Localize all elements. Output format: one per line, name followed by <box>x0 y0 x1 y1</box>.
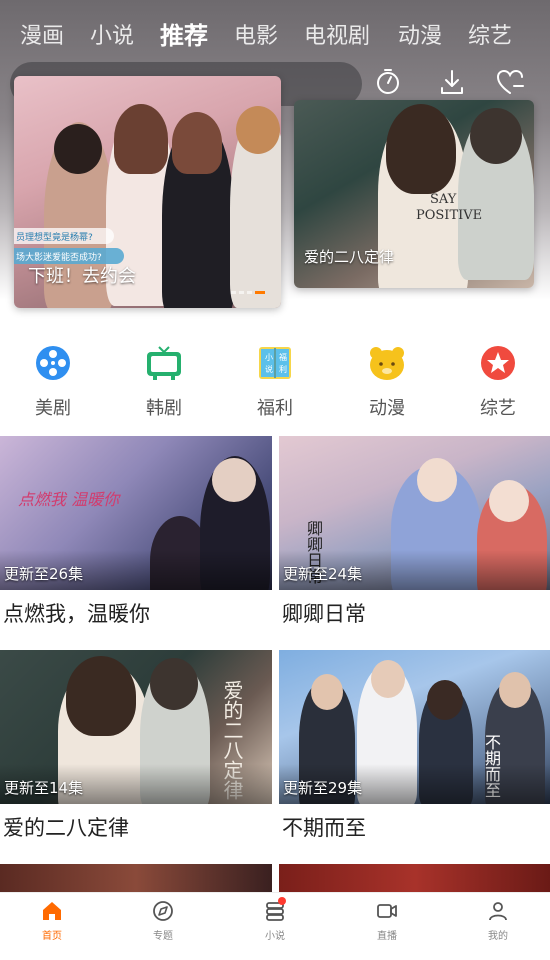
category-tabs: 漫画 小说 推荐 电影 电视剧 动漫 综艺 <box>0 8 550 52</box>
shirt-text-2: POSITIVE <box>416 208 483 223</box>
tab-comics[interactable]: 漫画 <box>20 18 64 50</box>
category-label: 福利 <box>257 398 293 419</box>
banner-caption-1: 员理想型竟是杨幂? <box>16 233 93 243</box>
video-card[interactable]: 不期而至 更新至29集 不期而至 <box>279 650 550 842</box>
tab-anime[interactable]: 动漫 <box>398 18 442 50</box>
film-reel-icon <box>36 346 70 380</box>
video-card[interactable]: 卿卿日常 更新至24集 卿卿日常 <box>279 436 550 628</box>
banner-love-28-law[interactable]: SAY POSITIVE 爱的二八定律 <box>294 100 534 288</box>
carousel-dots <box>231 291 265 294</box>
tab-tv-series[interactable]: 电视剧 <box>304 18 370 50</box>
welfare-icon-char-3: 福 <box>279 353 287 362</box>
update-badge: 更新至26集 <box>4 565 84 583</box>
video-thumbnail: 点燃我 温暖你 更新至26集 <box>0 436 272 590</box>
video-title: 卿卿日常 <box>282 602 366 626</box>
video-title: 爱的二八定律 <box>3 816 129 840</box>
welfare-icon-char-4: 利 <box>279 364 287 374</box>
star-badge-icon <box>481 346 515 380</box>
category-korean-drama[interactable]: 韩剧 <box>119 342 209 420</box>
tab-variety[interactable]: 综艺 <box>468 18 512 50</box>
banner-title: 下班！去约会 <box>28 266 136 287</box>
banner-date-show[interactable]: 员理想型竟是杨幂? 场大影迷爱能否成功? 下班！去约会 <box>14 76 281 308</box>
category-label: 美剧 <box>35 398 71 419</box>
shirt-text-1: SAY <box>430 192 457 207</box>
category-welfare[interactable]: 小 说 福 利 福利 <box>230 342 320 420</box>
video-thumbnail-partial[interactable] <box>279 864 550 894</box>
video-thumbnail: 不期而至 更新至29集 <box>279 650 550 804</box>
video-thumbnail: 爱的二八定律 更新至14集 <box>0 650 272 804</box>
video-title: 点燃我，温暖你 <box>3 602 150 626</box>
nav-label: 我的 <box>488 931 508 942</box>
welfare-book-icon: 小 说 福 利 <box>259 347 291 379</box>
update-badge: 更新至29集 <box>283 779 363 797</box>
timer-icon[interactable] <box>372 66 404 98</box>
bottom-navigation: 首页 专题 小说 直播 我的 <box>0 892 550 960</box>
video-thumbnail: 卿卿日常 更新至24集 <box>279 436 550 590</box>
nav-profile[interactable]: 我的 <box>468 899 528 942</box>
poster-title-art: 点燃我 温暖你 <box>18 490 120 509</box>
nav-novels[interactable]: 小说 <box>245 897 305 942</box>
video-title: 不期而至 <box>282 816 366 840</box>
banner-title: 爱的二八定律 <box>304 248 395 266</box>
video-card[interactable]: 点燃我 温暖你 更新至26集 点燃我，温暖你 <box>0 436 272 628</box>
video-thumbnail-partial[interactable] <box>0 864 272 894</box>
tab-novels[interactable]: 小说 <box>90 18 134 50</box>
nav-label: 专题 <box>153 931 173 942</box>
tab-movies[interactable]: 电影 <box>234 18 278 50</box>
favorites-heart-icon[interactable] <box>494 66 526 98</box>
nav-home[interactable]: 首页 <box>22 899 82 942</box>
home-icon <box>43 902 61 920</box>
welfare-icon-char-2: 说 <box>265 364 273 374</box>
category-anime[interactable]: 动漫 <box>342 342 432 420</box>
user-icon <box>489 902 507 921</box>
notification-badge <box>278 897 286 905</box>
update-badge: 更新至24集 <box>283 565 363 583</box>
nav-topics[interactable]: 专题 <box>133 899 193 942</box>
tab-recommended[interactable]: 推荐 <box>160 16 208 51</box>
category-label: 综艺 <box>480 398 516 419</box>
update-badge: 更新至14集 <box>4 779 84 797</box>
category-variety[interactable]: 综艺 <box>453 342 543 420</box>
nav-label: 直播 <box>377 931 397 942</box>
category-us-drama[interactable]: 美剧 <box>8 342 98 420</box>
video-camera-icon <box>377 904 397 918</box>
app-root: 漫画 小说 推荐 电影 电视剧 动漫 综艺 员理想型竟是杨幂? 场大影迷爱能否成… <box>0 0 550 960</box>
category-label: 动漫 <box>369 398 405 419</box>
welfare-icon-char-1: 小 <box>265 353 273 362</box>
bear-face-icon <box>370 347 404 380</box>
nav-label: 小说 <box>265 931 285 942</box>
nav-live[interactable]: 直播 <box>357 899 417 942</box>
category-label: 韩剧 <box>146 398 182 419</box>
nav-label: 首页 <box>42 931 62 942</box>
tv-icon <box>147 346 181 380</box>
download-icon[interactable] <box>436 66 468 98</box>
compass-icon <box>153 901 173 921</box>
video-card[interactable]: 爱的二八定律 更新至14集 爱的二八定律 <box>0 650 272 842</box>
